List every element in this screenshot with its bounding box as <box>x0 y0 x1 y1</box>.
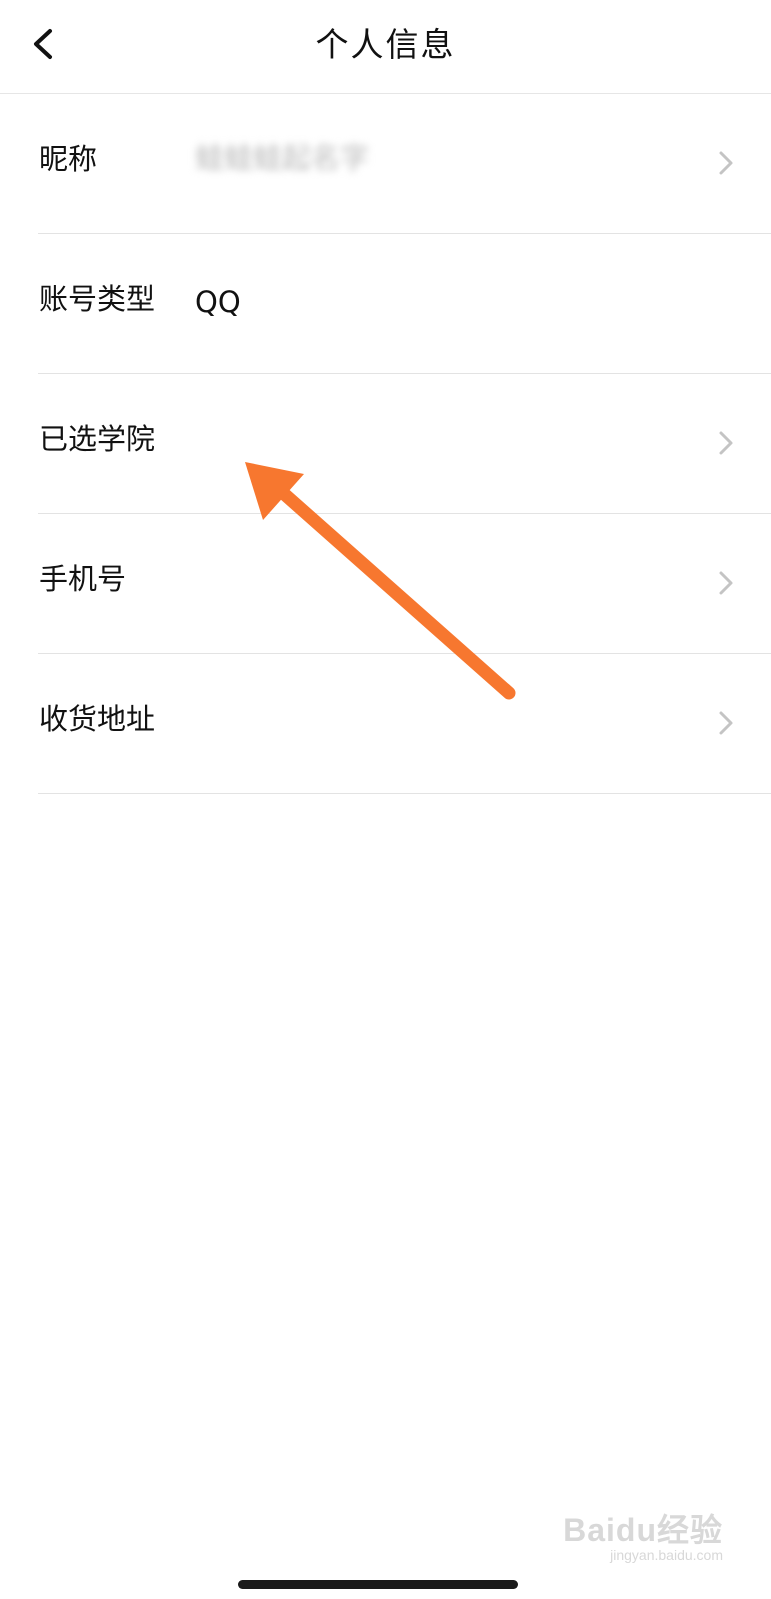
row-label: 账号类型 <box>39 282 156 316</box>
row-label: 收货地址 <box>39 702 156 736</box>
row-account-type: 账号类型 QQ <box>0 234 771 374</box>
watermark-brand: Baidu经验 <box>563 1512 723 1548</box>
chevron-right-icon <box>717 709 735 737</box>
profile-info-list: 昵称 蛙蛙蛙起名字 账号类型 QQ 已选学院 手机号 收货地址 <box>0 94 771 794</box>
home-indicator[interactable] <box>238 1580 518 1589</box>
row-label: 已选学院 <box>39 422 156 456</box>
chevron-right-icon <box>717 569 735 597</box>
account-type-value: QQ <box>195 285 241 319</box>
nickname-value: 蛙蛙蛙起名字 <box>195 141 370 175</box>
chevron-right-icon <box>717 429 735 457</box>
page-title: 个人信息 <box>315 25 456 64</box>
baidu-jingyan-watermark: Baidu经验 jingyan.baidu.com <box>563 1513 723 1563</box>
watermark-url: jingyan.baidu.com <box>610 1547 723 1563</box>
row-nickname[interactable]: 昵称 蛙蛙蛙起名字 <box>0 94 771 234</box>
row-label: 昵称 <box>39 142 98 176</box>
row-phone-number[interactable]: 手机号 <box>0 514 771 654</box>
row-shipping-address[interactable]: 收货地址 <box>0 654 771 794</box>
navigation-bar: 个人信息 <box>0 0 771 94</box>
row-label: 手机号 <box>39 562 127 596</box>
chevron-right-icon <box>717 149 735 177</box>
row-selected-college[interactable]: 已选学院 <box>0 374 771 514</box>
